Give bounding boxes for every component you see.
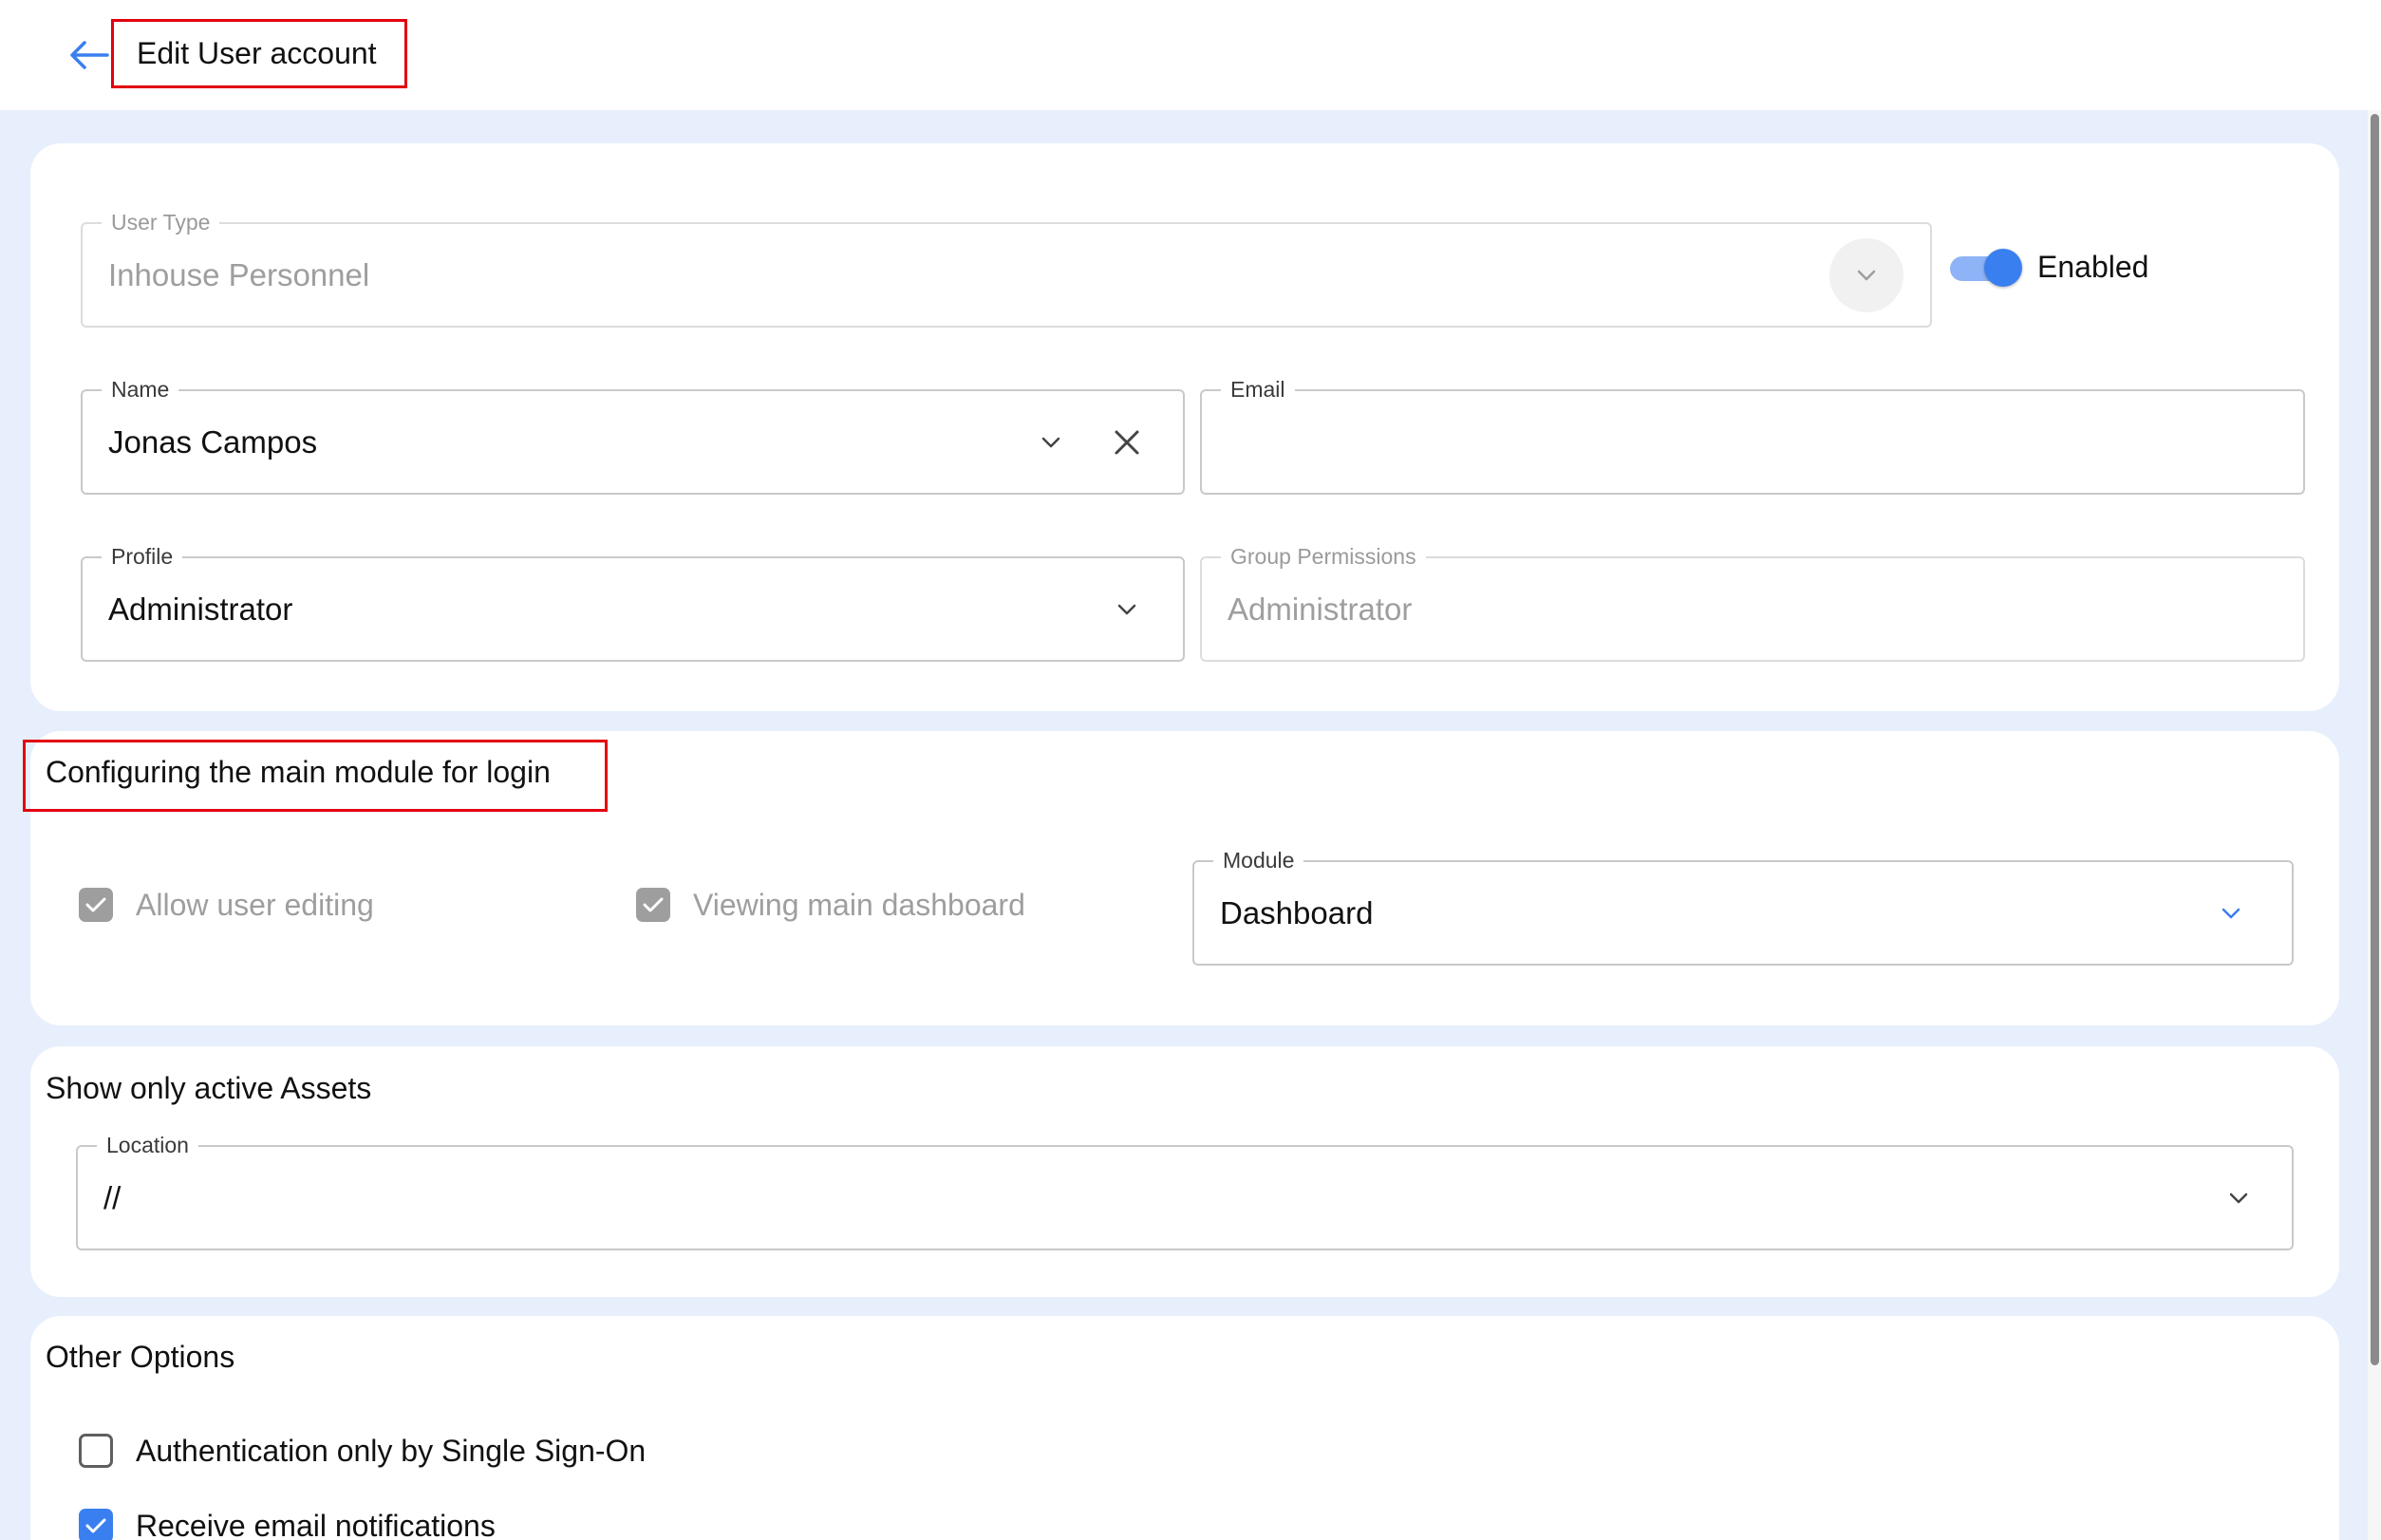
back-button[interactable]	[61, 28, 118, 82]
group-permissions-value: Administrator	[1228, 591, 1413, 627]
user-type-select[interactable]: User Type Inhouse Personnel	[81, 210, 1932, 328]
user-type-label: User Type	[102, 210, 220, 235]
login-module-section-title: Configuring the main module for login	[46, 755, 551, 789]
checkbox-unchecked	[79, 1434, 113, 1468]
sso-only-label: Authentication only by Single Sign-On	[136, 1434, 647, 1468]
scrollbar-thumb[interactable]	[2371, 114, 2379, 1365]
group-permissions-label: Group Permissions	[1221, 544, 1426, 569]
page-title: Edit User account	[137, 36, 377, 70]
toggle-thumb	[1984, 249, 2022, 287]
module-label: Module	[1213, 848, 1304, 873]
chevron-down-icon	[1117, 604, 1136, 614]
check-icon	[643, 897, 664, 912]
module-select[interactable]: Module Dashboard	[1192, 848, 2294, 966]
allow-user-editing-checkbox[interactable]: Allow user editing	[79, 887, 374, 923]
enabled-toggle-label: Enabled	[2037, 250, 2149, 284]
module-dropdown-button[interactable]	[2212, 894, 2250, 932]
name-clear-button[interactable]	[1106, 422, 1148, 463]
chevron-down-icon	[2229, 1193, 2248, 1203]
check-icon	[85, 897, 106, 912]
name-dropdown-button[interactable]	[1032, 423, 1070, 461]
module-value: Dashboard	[1220, 894, 1374, 930]
email-notifications-checkbox[interactable]: Receive email notifications	[79, 1508, 496, 1540]
location-select[interactable]: Location //	[76, 1133, 2294, 1250]
name-value: Jonas Campos	[108, 423, 318, 460]
active-assets-section-title: Show only active Assets	[46, 1071, 372, 1105]
name-field[interactable]: Name Jonas Campos	[81, 377, 1185, 495]
location-value: //	[103, 1179, 122, 1215]
check-icon	[85, 1518, 106, 1533]
close-icon	[1115, 430, 1139, 454]
user-type-value: Inhouse Personnel	[108, 256, 370, 292]
email-notifications-label: Receive email notifications	[136, 1509, 496, 1540]
page-title-highlight: Edit User account	[111, 19, 407, 88]
location-dropdown-button[interactable]	[2220, 1179, 2258, 1217]
chevron-down-icon	[1857, 270, 1876, 280]
name-label: Name	[102, 377, 179, 402]
profile-select[interactable]: Profile Administrator	[81, 544, 1185, 662]
chevron-down-icon	[1041, 437, 1060, 447]
checkbox-checked	[79, 888, 113, 922]
viewing-main-dashboard-label: Viewing main dashboard	[693, 888, 1025, 922]
allow-user-editing-label: Allow user editing	[136, 888, 374, 922]
other-options-card	[30, 1316, 2339, 1540]
group-permissions-field: Group Permissions Administrator	[1200, 544, 2305, 662]
profile-label: Profile	[102, 544, 183, 569]
sso-only-checkbox[interactable]: Authentication only by Single Sign-On	[79, 1433, 646, 1469]
viewing-main-dashboard-checkbox[interactable]: Viewing main dashboard	[636, 887, 1025, 923]
arrow-left-icon	[70, 41, 109, 69]
profile-value: Administrator	[108, 591, 293, 627]
top-bar: Edit User account	[0, 0, 2381, 110]
enabled-toggle[interactable]	[1948, 249, 2022, 287]
chevron-down-icon	[2222, 908, 2240, 918]
email-field[interactable]: Email	[1200, 377, 2305, 495]
user-type-dropdown-button[interactable]	[1829, 237, 1903, 312]
checkbox-checked	[79, 1509, 113, 1540]
location-label: Location	[97, 1133, 198, 1157]
checkbox-checked	[636, 888, 670, 922]
profile-dropdown-button[interactable]	[1108, 591, 1146, 629]
email-label: Email	[1221, 377, 1295, 402]
other-options-section-title: Other Options	[46, 1340, 235, 1374]
